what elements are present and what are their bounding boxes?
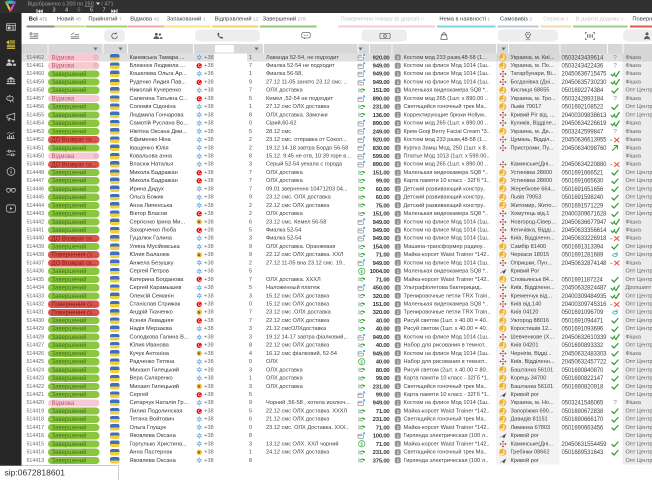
svg-text:1: 1 (396, 113, 399, 119)
svg-text:1: 1 (396, 146, 399, 152)
svg-text:1: 1 (396, 203, 399, 209)
svg-text:1: 1 (396, 244, 399, 250)
svg-text:1: 1 (396, 417, 399, 423)
svg-text:1: 1 (396, 228, 399, 234)
svg-text:1: 1 (396, 458, 399, 464)
svg-text:1: 1 (396, 335, 399, 341)
svg-text:1: 1 (396, 318, 399, 324)
svg-text:1: 1 (396, 409, 399, 415)
svg-text:1: 1 (396, 220, 399, 226)
svg-text:1: 1 (396, 80, 399, 86)
svg-text:1: 1 (396, 343, 399, 349)
svg-text:1: 1 (396, 55, 399, 61)
svg-text:1: 1 (396, 121, 399, 127)
svg-text:1: 1 (396, 261, 399, 267)
svg-text:1: 1 (396, 104, 399, 110)
svg-text:1: 1 (396, 88, 399, 94)
svg-text:1: 1 (396, 236, 399, 242)
svg-text:1: 1 (396, 63, 399, 69)
svg-text:1: 1 (396, 425, 399, 431)
svg-text:1: 1 (396, 162, 399, 168)
svg-text:1: 1 (396, 72, 399, 78)
svg-text:1: 1 (396, 211, 399, 217)
svg-text:1: 1 (396, 376, 399, 382)
svg-text:1: 1 (396, 294, 399, 300)
svg-text:$: $ (360, 269, 363, 275)
svg-text:1: 1 (396, 96, 399, 102)
svg-text:1: 1 (396, 195, 399, 201)
svg-text:1: 1 (396, 392, 399, 398)
svg-text:1: 1 (396, 433, 399, 439)
svg-text:1: 1 (396, 253, 399, 259)
svg-text:1: 1 (396, 170, 399, 176)
svg-text:1: 1 (396, 368, 399, 374)
svg-text:$: $ (360, 359, 363, 365)
svg-text:1: 1 (396, 269, 399, 275)
svg-text:1: 1 (396, 277, 399, 283)
svg-text:1: 1 (396, 302, 399, 308)
svg-text:1: 1 (396, 187, 399, 193)
svg-text:$: $ (360, 442, 363, 448)
svg-text:1: 1 (396, 401, 399, 407)
svg-text:1: 1 (396, 384, 399, 390)
svg-text:1: 1 (396, 129, 399, 135)
svg-text:1: 1 (396, 285, 399, 291)
svg-text:1: 1 (396, 310, 399, 316)
svg-text:1: 1 (396, 359, 399, 365)
svg-text:1: 1 (396, 154, 399, 160)
svg-text:1: 1 (396, 351, 399, 357)
svg-text:1: 1 (396, 450, 399, 456)
svg-text:1: 1 (396, 137, 399, 143)
svg-text:1: 1 (396, 179, 399, 185)
svg-text:1: 1 (396, 327, 399, 333)
svg-text:1: 1 (396, 442, 399, 448)
